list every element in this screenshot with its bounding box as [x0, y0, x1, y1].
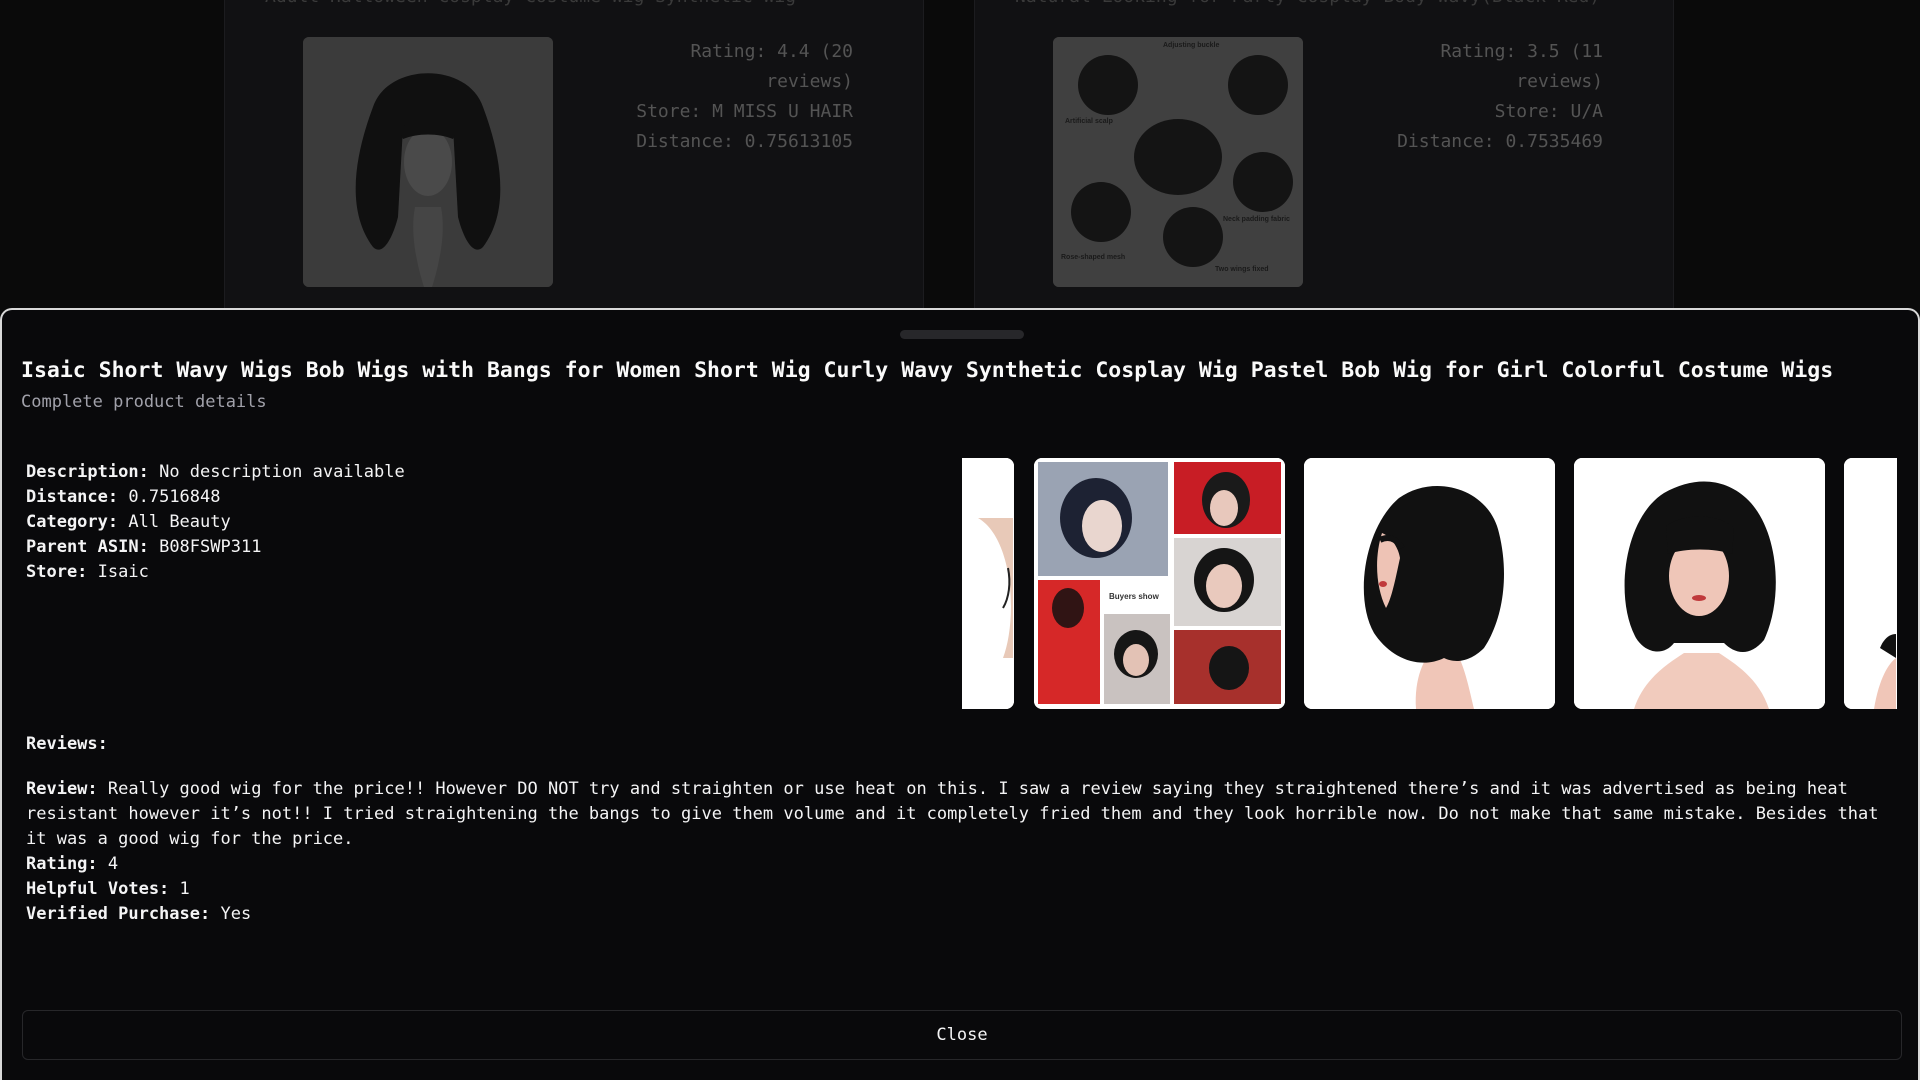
image-label-artificial-scalp: Artificial scalp [1065, 118, 1113, 125]
review-rating: Rating: 4 [26, 852, 1906, 877]
review-rating-label: Rating: [26, 854, 98, 874]
review-verified-value: Yes [220, 904, 252, 924]
detail-value: B08FSWP311 [159, 537, 262, 557]
review-helpful-votes: Helpful Votes: 1 [26, 877, 1906, 902]
product-card-rating: Rating: 4.4 (20 reviews) [690, 41, 853, 92]
carousel-image-buyers-show[interactable]: Buyers show [1034, 458, 1285, 709]
product-card[interactable]: Adult Halloween Cosplay Costume Wig Synt… [224, 0, 924, 320]
detail-description: Description: No description available [26, 460, 926, 485]
detail-value: All Beauty [128, 512, 231, 532]
detail-value: Isaic [97, 562, 149, 582]
reviews-section: Reviews: Review: Really good wig for the… [26, 732, 1906, 927]
image-carousel[interactable]: Buyers show [962, 458, 1897, 710]
reviews-heading-text: Reviews: [26, 734, 108, 754]
detail-store: Store: Isaic [26, 560, 926, 585]
product-card-info: Rating: 3.5 (11 reviews) Store: U/A Dist… [1353, 37, 1603, 157]
review-helpful-value: 1 [179, 879, 190, 899]
product-details-sheet: Isaic Short Wavy Wigs Bob Wigs with Bang… [0, 308, 1920, 1080]
review-body: Really good wig for the price!! However … [26, 779, 1879, 849]
detail-label: Description: [26, 462, 149, 482]
product-card-info: Rating: 4.4 (20 reviews) Store: M MISS U… [603, 37, 853, 157]
carousel-image[interactable] [1574, 458, 1825, 709]
close-button[interactable]: Close [22, 1010, 1902, 1060]
product-card-title: Adult Halloween Cosplay Costume Wig Synt… [265, 0, 883, 19]
detail-distance: Distance: 0.7516848 [26, 485, 926, 510]
product-card-rating: Rating: 3.5 (11 reviews) [1440, 41, 1603, 92]
background-page: Adult Halloween Cosplay Costume Wig Synt… [0, 0, 1920, 320]
product-card-distance: Distance: 0.75613105 [636, 131, 853, 152]
image-label-rose-mesh: Rose-shaped mesh [1061, 254, 1125, 261]
detail-label: Parent ASIN: [26, 537, 149, 557]
detail-label: Category: [26, 512, 119, 532]
product-card-distance: Distance: 0.7535469 [1397, 131, 1603, 152]
reviews-heading: Reviews: [26, 732, 1906, 757]
detail-value: No description available [159, 462, 405, 482]
review-item: Review: Really good wig for the price!! … [26, 777, 1906, 927]
review-text: Review: Really good wig for the price!! … [26, 777, 1906, 852]
product-card-store: Store: U/A [1494, 101, 1603, 122]
sheet-subtitle: Complete product details [21, 392, 267, 412]
image-label-adjusting-buckle: Adjusting buckle [1163, 42, 1220, 49]
detail-value: 0.7516848 [128, 487, 221, 507]
detail-label: Distance: [26, 487, 119, 507]
product-card-image [303, 37, 553, 287]
drag-handle[interactable] [900, 330, 1024, 339]
product-card-title: Natural Looking for Party Cosplay Body W… [1015, 0, 1633, 19]
detail-label: Store: [26, 562, 88, 582]
product-card[interactable]: Natural Looking for Party Cosplay Body W… [974, 0, 1674, 320]
detail-category: Category: All Beauty [26, 510, 926, 535]
carousel-image[interactable] [1844, 458, 1897, 709]
carousel-image[interactable] [962, 458, 1014, 709]
review-label: Review: [26, 779, 98, 799]
image-label-neck-padding: Neck padding fabric [1223, 216, 1290, 223]
product-details: Description: No description available Di… [26, 460, 926, 585]
review-verified-label: Verified Purchase: [26, 904, 211, 924]
carousel-image[interactable] [1304, 458, 1555, 709]
buyers-show-label: Buyers show [1109, 592, 1160, 601]
product-title: Isaic Short Wavy Wigs Bob Wigs with Bang… [21, 358, 1834, 383]
review-rating-value: 4 [107, 854, 119, 874]
product-card-store: Store: M MISS U HAIR [636, 101, 853, 122]
product-card-image: Adjusting buckle Artificial scalp Neck p… [1053, 37, 1303, 287]
image-label-two-wings: Two wings fixed [1215, 266, 1269, 273]
review-helpful-label: Helpful Votes: [26, 879, 170, 899]
review-verified-purchase: Verified Purchase: Yes [26, 902, 1906, 927]
detail-parent-asin: Parent ASIN: B08FSWP311 [26, 535, 926, 560]
